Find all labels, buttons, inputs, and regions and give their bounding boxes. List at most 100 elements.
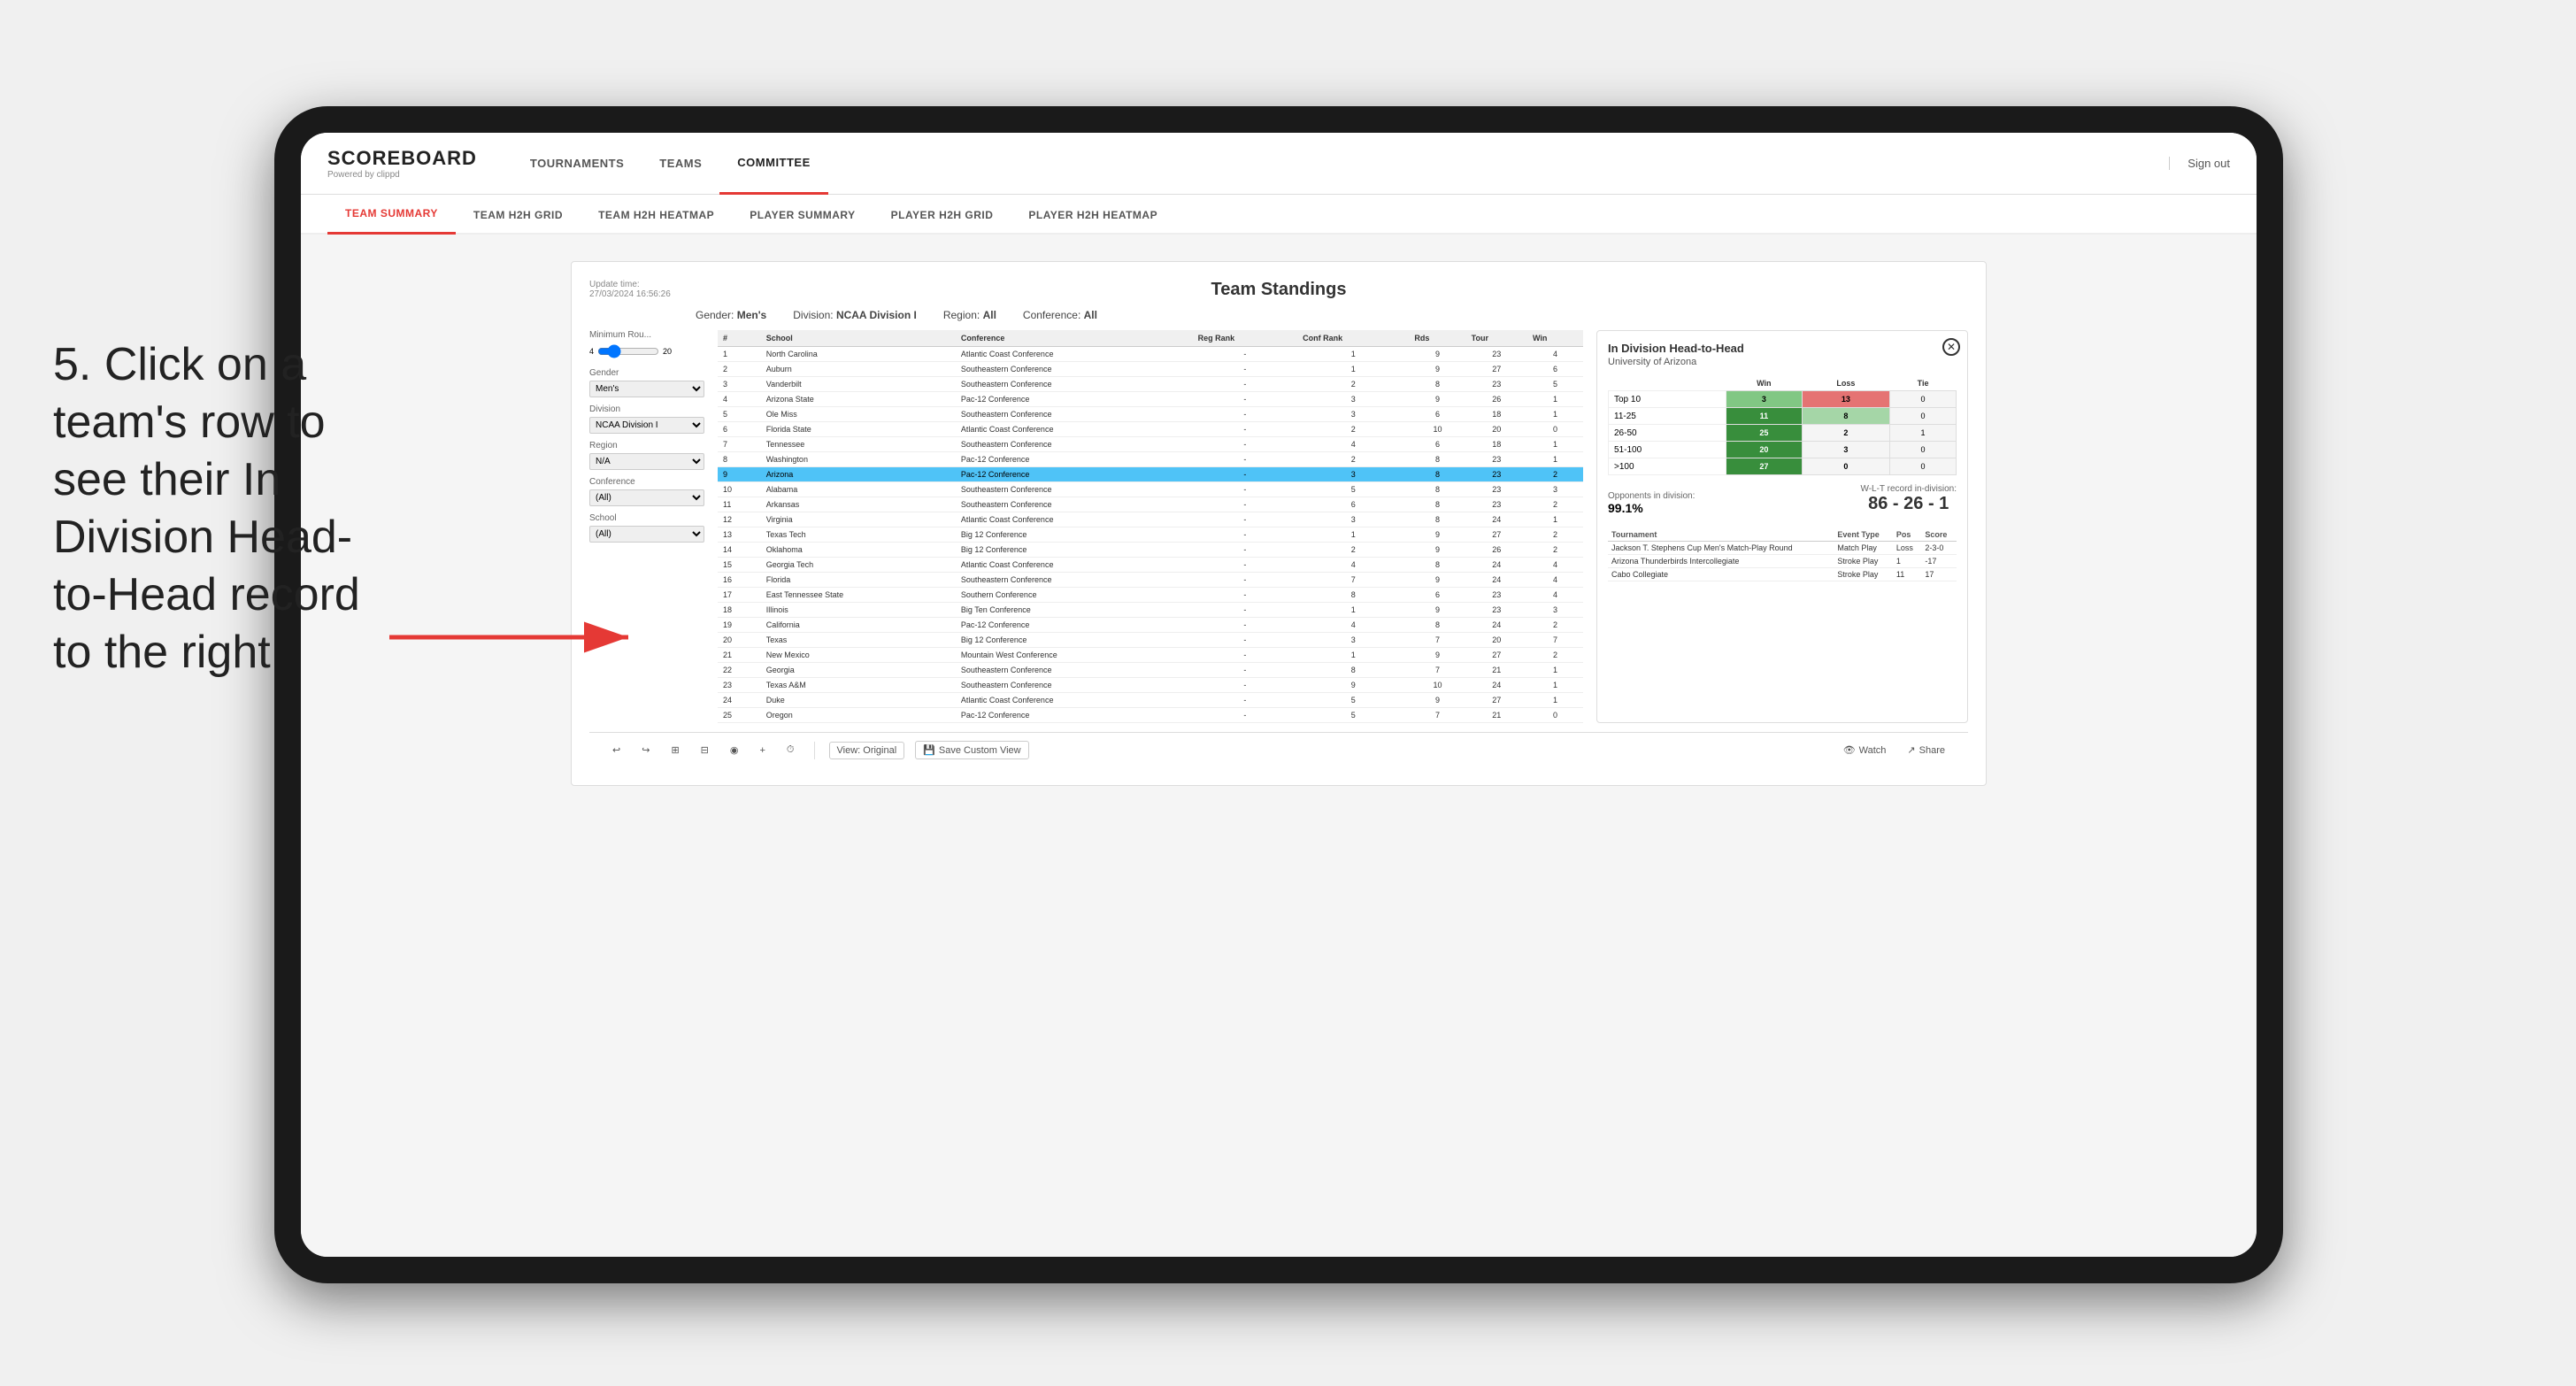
view-original-button[interactable]: View: Original <box>829 742 905 759</box>
division-select[interactable]: NCAA Division I NCAA Division II NCAA Di… <box>589 417 704 434</box>
table-row[interactable]: 22 Georgia Southeastern Conference - 8 7… <box>718 663 1583 678</box>
cell-win: 1 <box>1527 407 1583 422</box>
sub-nav-player-h2h-heatmap[interactable]: PLAYER H2H HEATMAP <box>1011 195 1175 235</box>
table-row[interactable]: 4 Arizona State Pac-12 Conference - 3 9 … <box>718 392 1583 407</box>
cell-school: Duke <box>761 693 956 708</box>
tool-circle[interactable]: ◉ <box>725 743 744 758</box>
cell-num: 3 <box>718 377 761 392</box>
sub-nav-player-summary[interactable]: PLAYER SUMMARY <box>732 195 873 235</box>
logo-subtitle: Powered by clippd <box>327 170 477 180</box>
cell-tour: 27 <box>1466 648 1527 663</box>
tool-clock[interactable]: ⏱ <box>781 743 800 758</box>
cell-school: Tennessee <box>761 437 956 452</box>
cell-num: 23 <box>718 678 761 693</box>
table-row[interactable]: 3 Vanderbilt Southeastern Conference - 2… <box>718 377 1583 392</box>
h2h-label: 11-25 <box>1609 408 1726 425</box>
table-row[interactable]: 12 Virginia Atlantic Coast Conference - … <box>718 512 1583 527</box>
table-row[interactable]: 24 Duke Atlantic Coast Conference - 5 9 … <box>718 693 1583 708</box>
table-row[interactable]: 9 Arizona Pac-12 Conference - 3 8 23 2 <box>718 467 1583 482</box>
h2h-tie: 0 <box>1890 458 1957 475</box>
min-rounds-range-row: 4 20 <box>589 342 704 361</box>
redo-button[interactable]: ↪ <box>636 743 655 758</box>
cell-tour: 23 <box>1466 603 1527 618</box>
save-custom-button[interactable]: 💾 Save Custom View <box>915 741 1028 759</box>
gender-control: Gender Men's Women's <box>589 368 704 397</box>
cell-conference: Pac-12 Conference <box>956 618 1193 633</box>
h2h-col-win: Win <box>1726 376 1803 391</box>
share-button[interactable]: ↗ Share <box>1902 743 1950 758</box>
cell-school: North Carolina <box>761 347 956 362</box>
tool-add[interactable]: + <box>754 743 770 758</box>
table-row[interactable]: 23 Texas A&M Southeastern Conference - 9… <box>718 678 1583 693</box>
school-control: School (All) <box>589 513 704 543</box>
cell-reg-rank: - <box>1193 377 1298 392</box>
conference-select[interactable]: (All) Big 12 Conference SEC <box>589 489 704 506</box>
cell-rds: 9 <box>1409 573 1465 588</box>
cell-win: 2 <box>1527 648 1583 663</box>
table-row[interactable]: 18 Illinois Big Ten Conference - 1 9 23 … <box>718 603 1583 618</box>
table-row[interactable]: 13 Texas Tech Big 12 Conference - 1 9 27… <box>718 527 1583 543</box>
table-row[interactable]: 5 Ole Miss Southeastern Conference - 3 6… <box>718 407 1583 422</box>
cell-num: 19 <box>718 618 761 633</box>
table-row[interactable]: 20 Texas Big 12 Conference - 3 7 20 7 <box>718 633 1583 648</box>
cell-conf-rank: 4 <box>1297 558 1409 573</box>
right-panel-title: In Division Head-to-Head <box>1608 342 1957 355</box>
table-row[interactable]: 25 Oregon Pac-12 Conference - 5 7 21 0 <box>718 708 1583 723</box>
standings-table: # School Conference Reg Rank Conf Rank R… <box>718 330 1583 723</box>
table-row[interactable]: 6 Florida State Atlantic Coast Conferenc… <box>718 422 1583 437</box>
col-school: School <box>761 330 956 347</box>
right-panel-subtitle: University of Arizona <box>1608 357 1957 367</box>
opponents-value: 99.1% <box>1608 501 1695 515</box>
h2h-loss: 8 <box>1802 408 1889 425</box>
cell-conf-rank: 5 <box>1297 482 1409 497</box>
sign-out-button[interactable]: Sign out <box>2169 157 2230 170</box>
cell-conference: Big Ten Conference <box>956 603 1193 618</box>
left-controls: Minimum Rou... 4 20 Gender Men <box>589 330 704 723</box>
table-row[interactable]: 19 California Pac-12 Conference - 4 8 24… <box>718 618 1583 633</box>
table-row[interactable]: 17 East Tennessee State Southern Confere… <box>718 588 1583 603</box>
cell-school: Illinois <box>761 603 956 618</box>
table-row[interactable]: 14 Oklahoma Big 12 Conference - 2 9 26 2 <box>718 543 1583 558</box>
sub-nav-team-summary[interactable]: TEAM SUMMARY <box>327 195 456 235</box>
table-row[interactable]: 8 Washington Pac-12 Conference - 2 8 23 … <box>718 452 1583 467</box>
watch-button[interactable]: 👁 Watch <box>1838 743 1892 758</box>
table-row[interactable]: 7 Tennessee Southeastern Conference - 4 … <box>718 437 1583 452</box>
cell-school: Texas A&M <box>761 678 956 693</box>
table-row[interactable]: 11 Arkansas Southeastern Conference - 6 … <box>718 497 1583 512</box>
cell-school: Florida <box>761 573 956 588</box>
gender-select[interactable]: Men's Women's <box>589 381 704 397</box>
cell-tour: 21 <box>1466 663 1527 678</box>
col-conference: Conference <box>956 330 1193 347</box>
right-panel: ✕ In Division Head-to-Head University of… <box>1596 330 1968 723</box>
cell-num: 21 <box>718 648 761 663</box>
cell-rds: 9 <box>1409 392 1465 407</box>
school-select[interactable]: (All) <box>589 526 704 543</box>
table-row[interactable]: 21 New Mexico Mountain West Conference -… <box>718 648 1583 663</box>
table-row[interactable]: 2 Auburn Southeastern Conference - 1 9 2… <box>718 362 1583 377</box>
cell-win: 1 <box>1527 512 1583 527</box>
table-row[interactable]: 10 Alabama Southeastern Conference - 5 8… <box>718 482 1583 497</box>
cell-win: 2 <box>1527 497 1583 512</box>
sub-nav-team-h2h-heatmap[interactable]: TEAM H2H HEATMAP <box>581 195 732 235</box>
t-score: 17 <box>1921 568 1957 581</box>
min-rounds-control: Minimum Rou... 4 20 <box>589 330 704 361</box>
close-button[interactable]: ✕ <box>1942 338 1960 356</box>
sub-nav-team-h2h-grid[interactable]: TEAM H2H GRID <box>456 195 581 235</box>
tool-grid[interactable]: ⊞ <box>665 743 684 758</box>
h2h-label: 26-50 <box>1609 425 1726 442</box>
undo-button[interactable]: ↩ <box>607 743 626 758</box>
nav-committee[interactable]: COMMITTEE <box>719 133 828 195</box>
cell-conf-rank: 4 <box>1297 437 1409 452</box>
tool-minus[interactable]: ⊟ <box>696 743 714 758</box>
min-rounds-slider[interactable] <box>597 342 659 361</box>
cell-num: 17 <box>718 588 761 603</box>
table-row[interactable]: 1 North Carolina Atlantic Coast Conferen… <box>718 347 1583 362</box>
cell-conference: Southeastern Conference <box>956 482 1193 497</box>
nav-teams[interactable]: TEAMS <box>642 133 719 195</box>
table-row[interactable]: 15 Georgia Tech Atlantic Coast Conferenc… <box>718 558 1583 573</box>
nav-tournaments[interactable]: TOURNAMENTS <box>512 133 642 195</box>
table-row[interactable]: 16 Florida Southeastern Conference - 7 9… <box>718 573 1583 588</box>
region-select[interactable]: N/A All <box>589 453 704 470</box>
cell-reg-rank: - <box>1193 573 1298 588</box>
sub-nav-player-h2h-grid[interactable]: PLAYER H2H GRID <box>873 195 1011 235</box>
